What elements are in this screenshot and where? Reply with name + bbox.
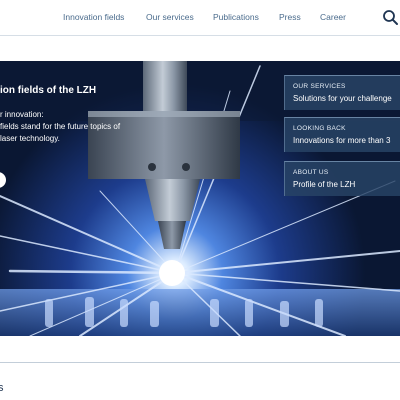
nav-our-services[interactable]: Our services bbox=[146, 12, 194, 22]
nav-innovation-fields[interactable]: Innovation fields bbox=[63, 12, 124, 22]
promo-title: Innovations for more than 3 bbox=[293, 136, 391, 145]
promo-about-us[interactable]: ABOUT US Profile of the LZH bbox=[284, 161, 400, 196]
promo-kicker: LOOKING BACK bbox=[293, 125, 346, 132]
promo-title: Profile of the LZH bbox=[293, 180, 356, 189]
promo-kicker: OUR SERVICES bbox=[293, 83, 346, 90]
promo-title: Solutions for your challenge bbox=[293, 94, 392, 103]
hero-title: ion fields of the LZH bbox=[0, 85, 97, 96]
promo-kicker: ABOUT US bbox=[293, 169, 329, 176]
nav-career[interactable]: Career bbox=[320, 12, 346, 22]
nav-divider bbox=[0, 35, 400, 36]
nav-publications[interactable]: Publications bbox=[213, 12, 259, 22]
section-heading: s bbox=[0, 382, 4, 394]
hero-banner: ion fields of the LZH r innovation: fiel… bbox=[0, 61, 400, 336]
search-button[interactable] bbox=[382, 9, 400, 27]
hero-text-line-2: fields stand for the future topics of bbox=[0, 122, 121, 131]
top-navigation: Innovation fields Our services Publicati… bbox=[0, 0, 400, 40]
hero-text-line-1: r innovation: bbox=[0, 110, 44, 119]
search-icon bbox=[383, 10, 398, 25]
promo-our-services[interactable]: OUR SERVICES Solutions for your challeng… bbox=[284, 75, 400, 110]
hero-text-line-3: laser technology. bbox=[0, 134, 60, 143]
nav-press[interactable]: Press bbox=[279, 12, 301, 22]
section-divider bbox=[0, 362, 400, 363]
promo-looking-back[interactable]: LOOKING BACK Innovations for more than 3 bbox=[284, 117, 400, 152]
